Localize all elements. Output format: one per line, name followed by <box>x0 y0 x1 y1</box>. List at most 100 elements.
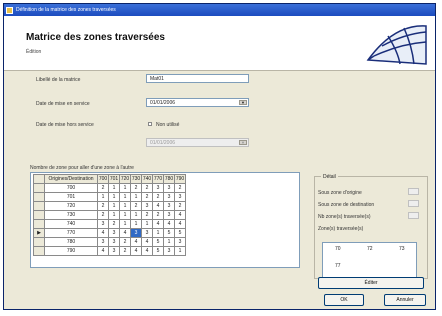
matrix-cell[interactable]: 1 <box>108 192 120 202</box>
matrix-cell[interactable]: 1 <box>108 201 120 211</box>
table-row[interactable]: 701 1 1 1 1 2 2 3 3 <box>33 192 186 202</box>
matrix-cell[interactable]: 2 <box>108 219 120 229</box>
matrix-cell[interactable]: 4 <box>152 201 164 211</box>
matrix-cell[interactable]: 1 <box>119 201 131 211</box>
matrix-cell[interactable]: 4 <box>130 246 142 256</box>
matrix-cell[interactable]: 3 <box>163 246 175 256</box>
matrix-cell[interactable]: 3 <box>108 228 120 238</box>
matrix-cell[interactable]: 4 <box>119 228 131 238</box>
row-selector[interactable] <box>33 201 45 211</box>
matrix-cell[interactable]: 4 <box>152 219 164 229</box>
row-selector[interactable] <box>33 192 45 202</box>
cancel-button[interactable]: Annuler <box>384 294 426 306</box>
table-row[interactable]: 790 4 3 2 4 4 5 3 1 <box>33 246 186 256</box>
matrix-cell[interactable]: 4 <box>130 237 142 247</box>
zone-origine-field[interactable] <box>408 188 419 195</box>
matrix-cell[interactable]: 2 <box>97 183 109 193</box>
column-header[interactable]: 720 <box>119 174 131 184</box>
table-row[interactable]: 700 2 1 1 2 2 3 3 2 <box>33 183 186 193</box>
matrix-cell[interactable]: 4 <box>174 219 186 229</box>
nb-zones-field[interactable] <box>408 212 419 219</box>
matrix-cell[interactable]: 3 <box>163 183 175 193</box>
row-selector[interactable] <box>33 246 45 256</box>
matrix-cell[interactable]: 1 <box>119 192 131 202</box>
matrix-cell[interactable]: 3 <box>97 237 109 247</box>
matrix-cell[interactable]: 1 <box>119 219 131 229</box>
column-header[interactable]: 700 <box>97 174 109 184</box>
matrix-cell[interactable]: 2 <box>97 210 109 220</box>
matrix-cell[interactable]: 2 <box>130 201 142 211</box>
matrix-cell[interactable]: 4 <box>163 219 175 229</box>
column-header[interactable]: 770 <box>152 174 164 184</box>
matrix-cell[interactable]: 1 <box>163 237 175 247</box>
ok-button[interactable]: OK <box>324 294 364 306</box>
matrix-cell[interactable]: 4 <box>97 228 109 238</box>
matrix-cell[interactable]: 3 <box>97 219 109 229</box>
matrix-cell[interactable]: 3 <box>163 192 175 202</box>
matrix-cell[interactable]: 1 <box>130 210 142 220</box>
matrix-cell[interactable]: 1 <box>130 192 142 202</box>
date-mise-select[interactable]: 01/01/2006 ▼ <box>146 98 249 107</box>
matrix-cell[interactable]: 1 <box>108 183 120 193</box>
column-header[interactable]: 780 <box>163 174 175 184</box>
matrix-cell[interactable]: 2 <box>119 237 131 247</box>
matrix-cell[interactable]: 2 <box>141 192 153 202</box>
matrix-cell[interactable]: 2 <box>130 183 142 193</box>
row-selector[interactable] <box>33 210 45 220</box>
matrix-cell[interactable]: 1 <box>130 219 142 229</box>
matrix-cell[interactable]: 1 <box>97 192 109 202</box>
matrix-cell[interactable]: 3 <box>108 246 120 256</box>
matrix-cell[interactable]: 1 <box>141 219 153 229</box>
libelle-input[interactable]: Mat01 <box>146 74 249 83</box>
matrix-cell[interactable]: 3 <box>130 228 142 238</box>
current-row-indicator[interactable]: ▶ <box>33 228 45 238</box>
matrix-cell[interactable]: 4 <box>97 246 109 256</box>
matrix-cell[interactable]: 2 <box>152 192 164 202</box>
matrix-cell[interactable]: 2 <box>174 201 186 211</box>
matrix-cell[interactable]: 3 <box>174 237 186 247</box>
matrix-cell[interactable]: 5 <box>163 228 175 238</box>
zones-list[interactable]: 70 72 73 77 <box>322 242 417 278</box>
table-row[interactable]: 720 2 1 1 2 3 4 3 2 <box>33 201 186 211</box>
chevron-down-icon[interactable]: ▼ <box>239 100 247 105</box>
matrix-cell[interactable]: 2 <box>152 210 164 220</box>
matrix-cell[interactable]: 3 <box>174 192 186 202</box>
matrix-cell[interactable]: 2 <box>119 246 131 256</box>
matrix-cell[interactable]: 1 <box>152 228 164 238</box>
matrix-cell[interactable]: 3 <box>141 201 153 211</box>
matrix-cell[interactable]: 3 <box>141 228 153 238</box>
matrix-cell[interactable]: 4 <box>141 246 153 256</box>
matrix-cell[interactable]: 1 <box>119 210 131 220</box>
table-row[interactable]: 740 3 2 1 1 1 4 4 4 <box>33 219 186 229</box>
matrix-cell[interactable]: 3 <box>163 201 175 211</box>
matrix-cell[interactable]: 3 <box>163 210 175 220</box>
table-row[interactable]: 730 2 1 1 1 2 2 3 4 <box>33 210 186 220</box>
matrix-cell[interactable]: 4 <box>174 210 186 220</box>
date-fin-select[interactable]: 01/01/2006 ▼ <box>146 138 249 147</box>
table-row[interactable]: ▶ 770 4 3 4 3 3 1 5 5 <box>33 228 186 238</box>
matrix-cell[interactable]: 1 <box>108 210 120 220</box>
row-selector[interactable] <box>33 237 45 247</box>
non-utilise-checkbox[interactable] <box>148 122 152 126</box>
column-header[interactable]: 701 <box>108 174 120 184</box>
zone-destination-field[interactable] <box>408 200 419 207</box>
matrix-cell[interactable]: 4 <box>141 237 153 247</box>
edit-button[interactable]: Éditer <box>318 277 424 289</box>
matrix-cell[interactable]: 2 <box>141 183 153 193</box>
matrix-cell[interactable]: 3 <box>152 183 164 193</box>
column-header[interactable]: 730 <box>130 174 142 184</box>
matrix-cell[interactable]: 5 <box>152 246 164 256</box>
chevron-down-icon[interactable]: ▼ <box>239 140 247 145</box>
row-selector[interactable] <box>33 219 45 229</box>
matrix-cell[interactable]: 2 <box>141 210 153 220</box>
column-header[interactable]: 740 <box>141 174 153 184</box>
matrix-cell[interactable]: 2 <box>174 183 186 193</box>
matrix-cell[interactable]: 1 <box>174 246 186 256</box>
column-header[interactable]: 790 <box>174 174 186 184</box>
matrix-cell[interactable]: 1 <box>119 183 131 193</box>
row-selector[interactable] <box>33 183 45 193</box>
matrix-cell[interactable]: 5 <box>174 228 186 238</box>
matrix-cell[interactable]: 2 <box>97 201 109 211</box>
matrix-cell[interactable]: 5 <box>152 237 164 247</box>
table-row[interactable]: 780 3 3 2 4 4 5 1 3 <box>33 237 186 247</box>
